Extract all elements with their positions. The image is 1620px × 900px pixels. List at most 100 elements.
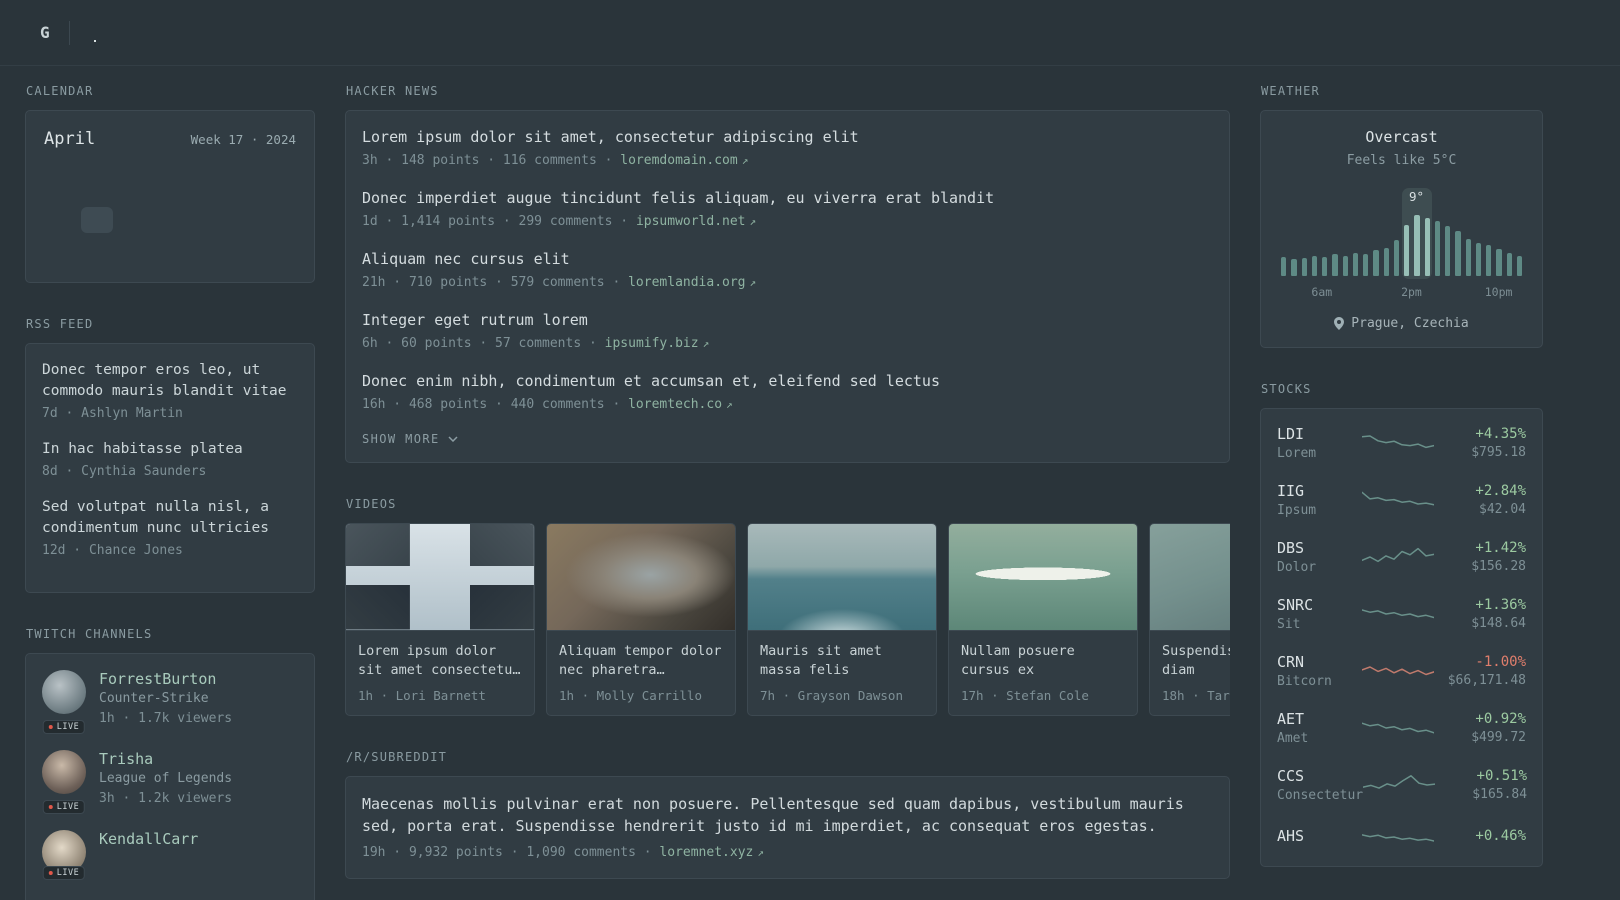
external-link-icon: ↗: [702, 337, 710, 350]
twitch-card: LIVE ForrestBurton Counter-Strike 1h · 1…: [25, 653, 315, 900]
external-link-icon: ↗: [749, 215, 757, 228]
video-card[interactable]: Aliquam tempor dolor nec pharetra… 1h · …: [546, 523, 736, 716]
weather-bar: [1506, 252, 1512, 276]
avatar: LIVE: [42, 750, 86, 814]
twitch-channel-name[interactable]: ForrestBurton: [99, 670, 232, 688]
hackernews-meta-text: 1d · 1,414 points · 299 comments ·: [362, 214, 636, 229]
subreddit-meta: 19h · 9,932 points · 1,090 comments · lo…: [362, 843, 1213, 862]
video-card[interactable]: Suspendisse sodales diam 18h · Tara: [1149, 523, 1230, 716]
subreddit-post-title[interactable]: Maecenas mollis pulvinar erat non posuer…: [362, 793, 1213, 837]
video-title[interactable]: Suspendisse sodales diam: [1162, 642, 1230, 680]
stock-identity: CRN Bitcorn: [1277, 653, 1362, 689]
twitch-channel[interactable]: LIVE KendallCarr: [42, 830, 298, 880]
channel-info: KendallCarr: [99, 830, 198, 874]
video-card[interactable]: Lorem ipsum dolor sit amet consectetu… 1…: [345, 523, 535, 716]
show-more-label: SHOW MORE: [362, 432, 440, 446]
rss-item-title[interactable]: In hac habitasse platea: [42, 439, 298, 460]
calendar-day: [225, 173, 262, 204]
calendar-card: April Week 17 · 2024: [25, 110, 315, 283]
video-title[interactable]: Mauris sit amet massa felis: [760, 642, 924, 680]
calendar-day: [42, 204, 79, 235]
hackernews-title[interactable]: Integer eget rutrum lorem: [362, 310, 1213, 331]
video-thumbnail[interactable]: [547, 524, 735, 631]
header-divider: [68, 20, 70, 45]
stock-row[interactable]: LDI Lorem +4.35% $795.18: [1277, 425, 1526, 461]
hackernews-show-more-button[interactable]: SHOW MORE: [362, 432, 458, 446]
hackernews-domain-link[interactable]: ipsumworld.net ↗: [636, 214, 756, 229]
hackernews-meta-text: 16h · 468 points · 440 comments ·: [362, 397, 629, 412]
hackernews-title[interactable]: Lorem ipsum dolor sit amet, consectetur …: [362, 127, 1213, 148]
stock-row[interactable]: CCS Consectetur +0.51% $165.84: [1277, 767, 1527, 803]
channel-info: ForrestBurton Counter-Strike 1h · 1.7k v…: [99, 670, 232, 728]
twitch-channel[interactable]: LIVE Trisha League of Legends 3h · 1.2k …: [42, 750, 298, 814]
calendar-day: [42, 235, 79, 266]
dashboard: CALENDAR April Week 17 · 2024 RSS FEED D…: [0, 66, 1620, 900]
weather-bars: 9°: [1281, 188, 1522, 279]
hackernews-domain: loremlandia.org: [628, 275, 746, 290]
external-link-icon: ↗: [726, 398, 733, 411]
stock-identity: AHS: [1277, 827, 1362, 848]
hackernews-title[interactable]: Aliquam nec cursus elit: [362, 249, 1213, 270]
calendar-days: [42, 173, 298, 266]
video-card[interactable]: Mauris sit amet massa felis 7h · Grayson…: [747, 523, 937, 716]
stocks-card: LDI Lorem +4.35% $795.18 IIG Ipsum +2.84…: [1260, 408, 1543, 867]
video-thumbnail[interactable]: [949, 524, 1137, 631]
stock-values: +0.46%: [1434, 828, 1526, 847]
calendar-day: [188, 235, 225, 266]
widget-title-rss: RSS FEED: [26, 317, 94, 331]
twitch-meta: 1h · 1.7k viewers: [99, 711, 233, 726]
stock-identity: IIG Ipsum: [1277, 482, 1362, 518]
video-title[interactable]: Nullam posuere cursus ex: [961, 642, 1125, 680]
video-meta: 17h · Stefan Cole: [961, 688, 1089, 703]
stock-row[interactable]: DBS Dolor +1.42% $156.28: [1277, 539, 1526, 575]
weather-hourly-chart: 9°: [1277, 188, 1526, 279]
hackernews-domain-link[interactable]: loremlandia.org ↗: [628, 275, 756, 290]
hackernews-domain-link[interactable]: loremdomain.com ↗: [620, 153, 748, 168]
widget-title-weather: WEATHER: [1261, 84, 1320, 98]
stock-row[interactable]: CRN Bitcorn -1.00% $66,171.48: [1277, 653, 1526, 689]
calendar-day: [152, 235, 189, 266]
stock-spark-cell: [1362, 544, 1434, 570]
weather-bar: [1445, 226, 1451, 276]
weather-bar: [1332, 254, 1338, 276]
stock-values: +4.35% $795.18: [1434, 426, 1526, 460]
stock-row[interactable]: AET Amet +0.92% $499.72: [1277, 710, 1526, 746]
hackernews-card: Lorem ipsum dolor sit amet, consectetur …: [345, 110, 1230, 463]
video-thumbnail[interactable]: [748, 524, 936, 631]
app-logo[interactable]: G: [40, 23, 50, 42]
stock-spark-cell: [1362, 658, 1434, 684]
video-info: Suspendisse sodales diam 18h · Tara: [1150, 631, 1230, 715]
stock-row[interactable]: IIG Ipsum +2.84% $42.04: [1277, 482, 1526, 518]
rss-item-title[interactable]: Sed volutpat nulla nisl, a condimentum n…: [42, 497, 298, 539]
video-card[interactable]: Nullam posuere cursus ex 17h · Stefan Co…: [948, 523, 1138, 716]
rss-item: Donec tempor eros leo, ut commodo mauris…: [42, 360, 298, 423]
twitch-channel-name[interactable]: Trisha: [99, 750, 232, 768]
video-title[interactable]: Aliquam tempor dolor nec pharetra…: [559, 642, 723, 680]
hackernews-title[interactable]: Donec imperdiet augue tincidunt felis al…: [362, 188, 1213, 209]
calendar-day: [225, 235, 262, 266]
hackernews-title[interactable]: Donec enim nibh, condimentum et accumsan…: [362, 371, 1213, 392]
twitch-channel-name[interactable]: KendallCarr: [99, 830, 198, 848]
hackernews-meta: 21h · 710 points · 579 comments · loreml…: [362, 273, 1213, 292]
page-tab[interactable]: [150, 28, 152, 42]
stock-row[interactable]: AHS +0.46%: [1277, 824, 1526, 850]
video-title[interactable]: Lorem ipsum dolor sit amet consectetu…: [358, 642, 522, 680]
page-tab[interactable]: [178, 28, 180, 42]
rss-card: Donec tempor eros leo, ut commodo mauris…: [25, 343, 315, 593]
video-thumbnail[interactable]: [346, 524, 534, 631]
twitch-category: League of Legends: [99, 771, 233, 786]
hackernews-item: Integer eget rutrum lorem 6h · 60 points…: [362, 310, 1213, 353]
subreddit-domain-link[interactable]: loremnet.xyz ↗: [659, 845, 764, 860]
rss-item-title[interactable]: Donec tempor eros leo, ut commodo mauris…: [42, 360, 298, 402]
widget-title-videos: VIDEOS: [346, 497, 397, 511]
hackernews-domain-link[interactable]: ipsumify.biz ↗: [605, 336, 710, 351]
rss-item-meta: 7d · Ashlyn Martin: [42, 406, 183, 421]
video-thumbnail[interactable]: [1150, 524, 1230, 631]
page-tab[interactable]: [122, 28, 124, 42]
stock-row[interactable]: SNRC Sit +1.36% $148.64: [1277, 596, 1526, 632]
hackernews-domain-link[interactable]: loremtech.co ↗: [628, 397, 733, 412]
twitch-channel[interactable]: LIVE ForrestBurton Counter-Strike 1h · 1…: [42, 670, 298, 734]
calendar-day: [115, 235, 152, 266]
page-tab[interactable]: [93, 28, 96, 42]
live-badge: LIVE: [42, 720, 86, 734]
